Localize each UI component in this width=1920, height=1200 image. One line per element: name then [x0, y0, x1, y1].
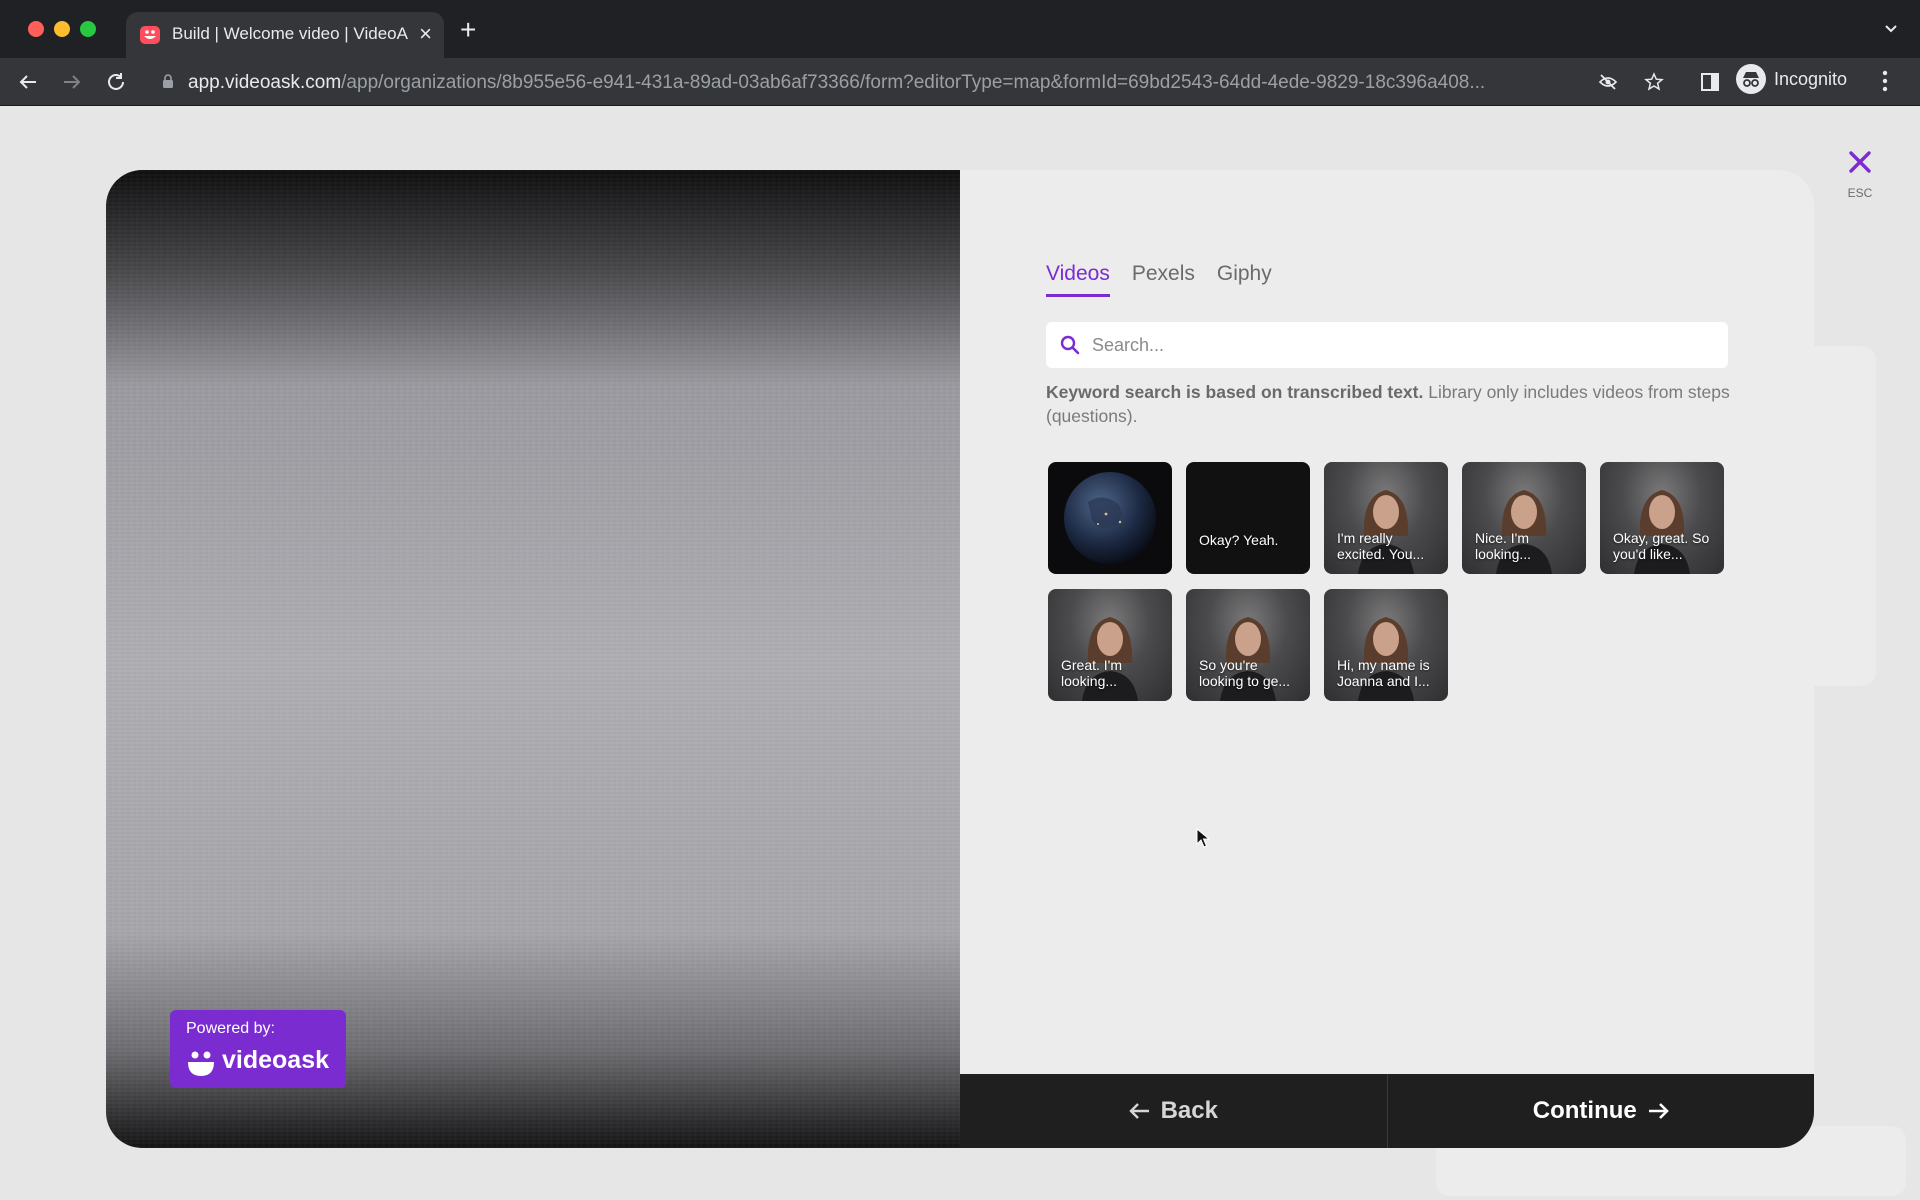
lock-icon	[163, 74, 173, 88]
video-caption: Nice. I'm looking...	[1475, 530, 1532, 562]
videoask-wordmark: videoask	[222, 1046, 330, 1074]
video-thumbnail[interactable]: Okay, great. So you'd like...	[1600, 462, 1724, 574]
source-tabs: Videos Pexels Giphy	[1046, 262, 1272, 297]
mouse-cursor-icon	[1196, 828, 1210, 848]
modal-footer: Back Continue	[960, 1074, 1814, 1148]
video-caption: I'm really excited. You...	[1337, 530, 1425, 562]
library-panel: Videos Pexels Giphy Keyword search is ba…	[960, 170, 1814, 1148]
close-icon[interactable]	[1846, 148, 1874, 176]
video-thumbnail[interactable]: Nice. I'm looking...	[1462, 462, 1586, 574]
video-thumbnail[interactable]	[1048, 462, 1172, 574]
tab-pexels[interactable]: Pexels	[1132, 262, 1195, 297]
side-panel-icon[interactable]	[1698, 70, 1722, 94]
video-thumbnail[interactable]: Hi, my name is Joanna and I...	[1324, 589, 1448, 701]
tab-search-chevron-icon[interactable]	[1884, 22, 1898, 36]
eye-slash-icon[interactable]	[1598, 72, 1618, 92]
media-library-modal: Powered by: videoask Videos Pexels Giphy	[106, 170, 1814, 1148]
video-thumbnail[interactable]: Great. I'm looking...	[1048, 589, 1172, 701]
reload-icon[interactable]	[104, 70, 128, 94]
browser-menu-icon[interactable]	[1882, 70, 1888, 92]
back-button[interactable]: Back	[960, 1074, 1388, 1148]
minimize-window-button[interactable]	[54, 21, 70, 37]
address-bar[interactable]: app.videoask.com/app/organizations/8b955…	[148, 64, 1708, 100]
search-box	[1046, 322, 1728, 368]
video-caption: Hi, my name is Joanna and I...	[1337, 657, 1430, 689]
video-caption: So you're looking to ge...	[1199, 657, 1291, 689]
search-hint: Keyword search is based on transcribed t…	[1046, 382, 1730, 426]
tab-videos[interactable]: Videos	[1046, 262, 1110, 297]
powered-by-badge[interactable]: Powered by: videoask	[170, 1010, 346, 1088]
video-caption: Okay? Yeah.	[1199, 532, 1279, 548]
incognito-profile-button[interactable]: Incognito	[1736, 63, 1847, 95]
browser-tab[interactable]: Build | Welcome video | VideoA ×	[126, 12, 444, 58]
video-thumbnail[interactable]: So you're looking to ge...	[1186, 589, 1310, 701]
video-thumbnail[interactable]: I'm really excited. You...	[1324, 462, 1448, 574]
videoask-favicon-icon	[140, 26, 160, 44]
url-text: app.videoask.com/app/organizations/8b955…	[188, 72, 1486, 93]
zoom-window-button[interactable]	[80, 21, 96, 37]
incognito-icon	[1736, 64, 1766, 94]
continue-label: Continue	[1532, 1097, 1637, 1124]
browser-tab-bar: Build | Welcome video | VideoA × +	[0, 0, 1920, 58]
close-window-button[interactable]	[28, 21, 44, 37]
arrow-right-icon	[1648, 1103, 1669, 1119]
continue-button[interactable]: Continue	[1388, 1074, 1815, 1148]
videoask-logo-icon	[188, 1051, 214, 1076]
arrow-left-icon	[1128, 1103, 1149, 1119]
bookmark-star-icon[interactable]	[1644, 72, 1664, 92]
new-tab-button[interactable]: +	[460, 16, 476, 44]
esc-label: ESC	[1847, 186, 1873, 200]
browser-toolbar: app.videoask.com/app/organizations/8b955…	[0, 58, 1920, 106]
video-caption: Great. I'm looking...	[1061, 657, 1123, 689]
back-label: Back	[1160, 1097, 1218, 1124]
page-background: Powered by: videoask Videos Pexels Giphy	[0, 106, 1920, 1200]
incognito-label: Incognito	[1774, 68, 1848, 89]
tab-close-icon[interactable]: ×	[419, 22, 432, 46]
search-input[interactable]	[1092, 330, 1712, 360]
video-thumbnail[interactable]: Okay? Yeah.	[1186, 462, 1310, 574]
video-preview: Powered by: videoask	[106, 170, 960, 1148]
search-icon	[1060, 335, 1080, 355]
forward-arrow-icon[interactable]	[60, 70, 84, 94]
powered-by-label: Powered by:	[186, 1020, 275, 1037]
tab-title: Build | Welcome video | VideoA	[172, 24, 408, 43]
earth-image	[1064, 472, 1156, 564]
back-arrow-icon[interactable]	[16, 70, 40, 94]
video-caption: Okay, great. So you'd like...	[1613, 530, 1710, 562]
tab-giphy[interactable]: Giphy	[1217, 262, 1272, 297]
